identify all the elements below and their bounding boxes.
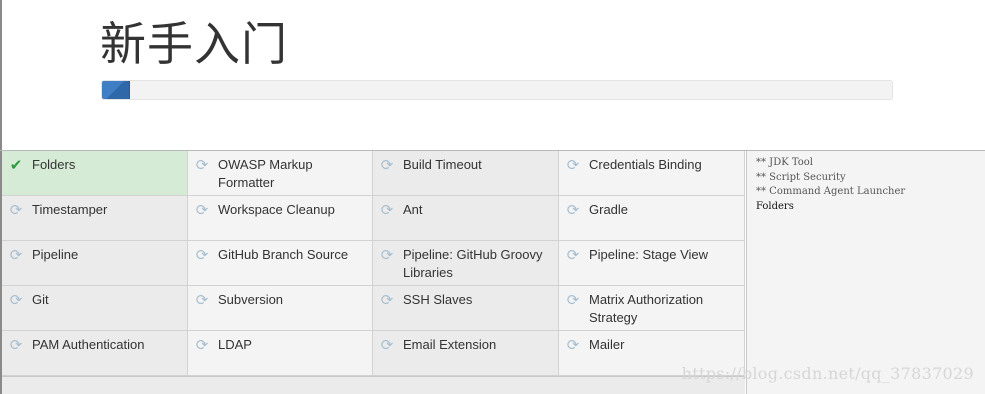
page-title: 新手入门	[100, 17, 288, 71]
plugin-label: Pipeline: GitHub Groovy Libraries	[403, 247, 543, 280]
plugin-label: LDAP	[218, 337, 252, 352]
refresh-icon: ⟳	[9, 246, 23, 264]
refresh-icon: ⟳	[380, 336, 394, 354]
plugin-item-workspace-cleanup: ⟳ Workspace Cleanup	[188, 196, 373, 241]
install-progress-fill	[102, 81, 130, 99]
plugin-label: PAM Authentication	[32, 337, 145, 352]
refresh-icon: ⟳	[380, 156, 394, 174]
watermark-text: https://blog.csdn.net/qq_37837029	[681, 364, 974, 383]
plugin-item-github-branch-source: ⟳ GitHub Branch Source	[188, 241, 373, 286]
refresh-icon: ⟳	[566, 201, 580, 219]
plugin-label: Timestamper	[32, 202, 108, 217]
plugin-label: Ant	[403, 202, 423, 217]
plugin-item-ant: ⟳ Ant	[373, 196, 559, 241]
refresh-icon: ⟳	[195, 291, 209, 309]
plugin-item-git: ⟳ Git	[2, 286, 188, 331]
plugin-item-timestamper: ⟳ Timestamper	[2, 196, 188, 241]
refresh-icon: ⟳	[9, 336, 23, 354]
log-line: ** Command Agent Launcher	[756, 186, 906, 197]
refresh-icon: ⟳	[380, 201, 394, 219]
plugin-install-grid: ✔ Folders ⟳ OWASP Markup Formatter ⟳ Bui…	[2, 151, 745, 377]
grid-footer-area	[2, 377, 745, 394]
install-progress-bar	[101, 80, 893, 100]
plugin-label: Credentials Binding	[589, 157, 702, 172]
plugin-label: Workspace Cleanup	[218, 202, 335, 217]
check-icon: ✔	[9, 156, 23, 174]
refresh-icon: ⟳	[9, 291, 23, 309]
plugin-item-email-extension: ⟳ Email Extension	[373, 331, 559, 376]
refresh-icon: ⟳	[195, 156, 209, 174]
refresh-icon: ⟳	[195, 336, 209, 354]
refresh-icon: ⟳	[566, 291, 580, 309]
plugin-label: Pipeline	[32, 247, 79, 262]
plugin-item-gradle: ⟳ Gradle	[559, 196, 745, 241]
plugin-label: Gradle	[589, 202, 629, 217]
refresh-icon: ⟳	[195, 201, 209, 219]
plugin-label: GitHub Branch Source	[218, 247, 349, 262]
plugin-label: Mailer	[589, 337, 625, 352]
log-line: ** JDK Tool	[756, 157, 813, 168]
plugin-item-pipeline-stage-view: ⟳ Pipeline: Stage View	[559, 241, 745, 286]
plugin-item-pipeline: ⟳ Pipeline	[2, 241, 188, 286]
refresh-icon: ⟳	[566, 156, 580, 174]
refresh-icon: ⟳	[566, 336, 580, 354]
refresh-icon: ⟳	[9, 201, 23, 219]
plugin-label: SSH Slaves	[403, 292, 473, 307]
plugin-label: Matrix Authorization Strategy	[589, 292, 704, 325]
plugin-item-ldap: ⟳ LDAP	[188, 331, 373, 376]
plugin-item-pipeline-github-groovy-libraries: ⟳ Pipeline: GitHub Groovy Libraries	[373, 241, 559, 286]
plugin-label: Email Extension	[403, 337, 497, 352]
log-line-current: Folders	[756, 200, 794, 212]
refresh-icon: ⟳	[380, 246, 394, 264]
install-log-panel: ** JDK Tool ** Script Security ** Comman…	[746, 151, 985, 394]
plugin-item-owasp-markup-formatter: ⟳ OWASP Markup Formatter	[188, 151, 373, 196]
refresh-icon: ⟳	[380, 291, 394, 309]
plugin-item-credentials-binding: ⟳ Credentials Binding	[559, 151, 745, 196]
plugin-label: Git	[32, 292, 49, 307]
log-line: ** Script Security	[756, 171, 846, 183]
plugin-item-matrix-authorization-strategy: ⟳ Matrix Authorization Strategy	[559, 286, 745, 331]
refresh-icon: ⟳	[566, 246, 580, 264]
plugin-item-build-timeout: ⟳ Build Timeout	[373, 151, 559, 196]
plugin-item-pam-authentication: ⟳ PAM Authentication	[2, 331, 188, 376]
plugin-label: Subversion	[218, 292, 284, 307]
plugin-item-subversion: ⟳ Subversion	[188, 286, 373, 331]
refresh-icon: ⟳	[195, 246, 209, 264]
plugin-item-folders: ✔ Folders	[2, 151, 188, 196]
plugin-item-ssh-slaves: ⟳ SSH Slaves	[373, 286, 559, 331]
plugin-label: Build Timeout	[403, 157, 482, 172]
plugin-label: Folders	[32, 157, 76, 172]
plugin-label: OWASP Markup Formatter	[218, 157, 313, 190]
plugin-label: Pipeline: Stage View	[589, 247, 709, 262]
